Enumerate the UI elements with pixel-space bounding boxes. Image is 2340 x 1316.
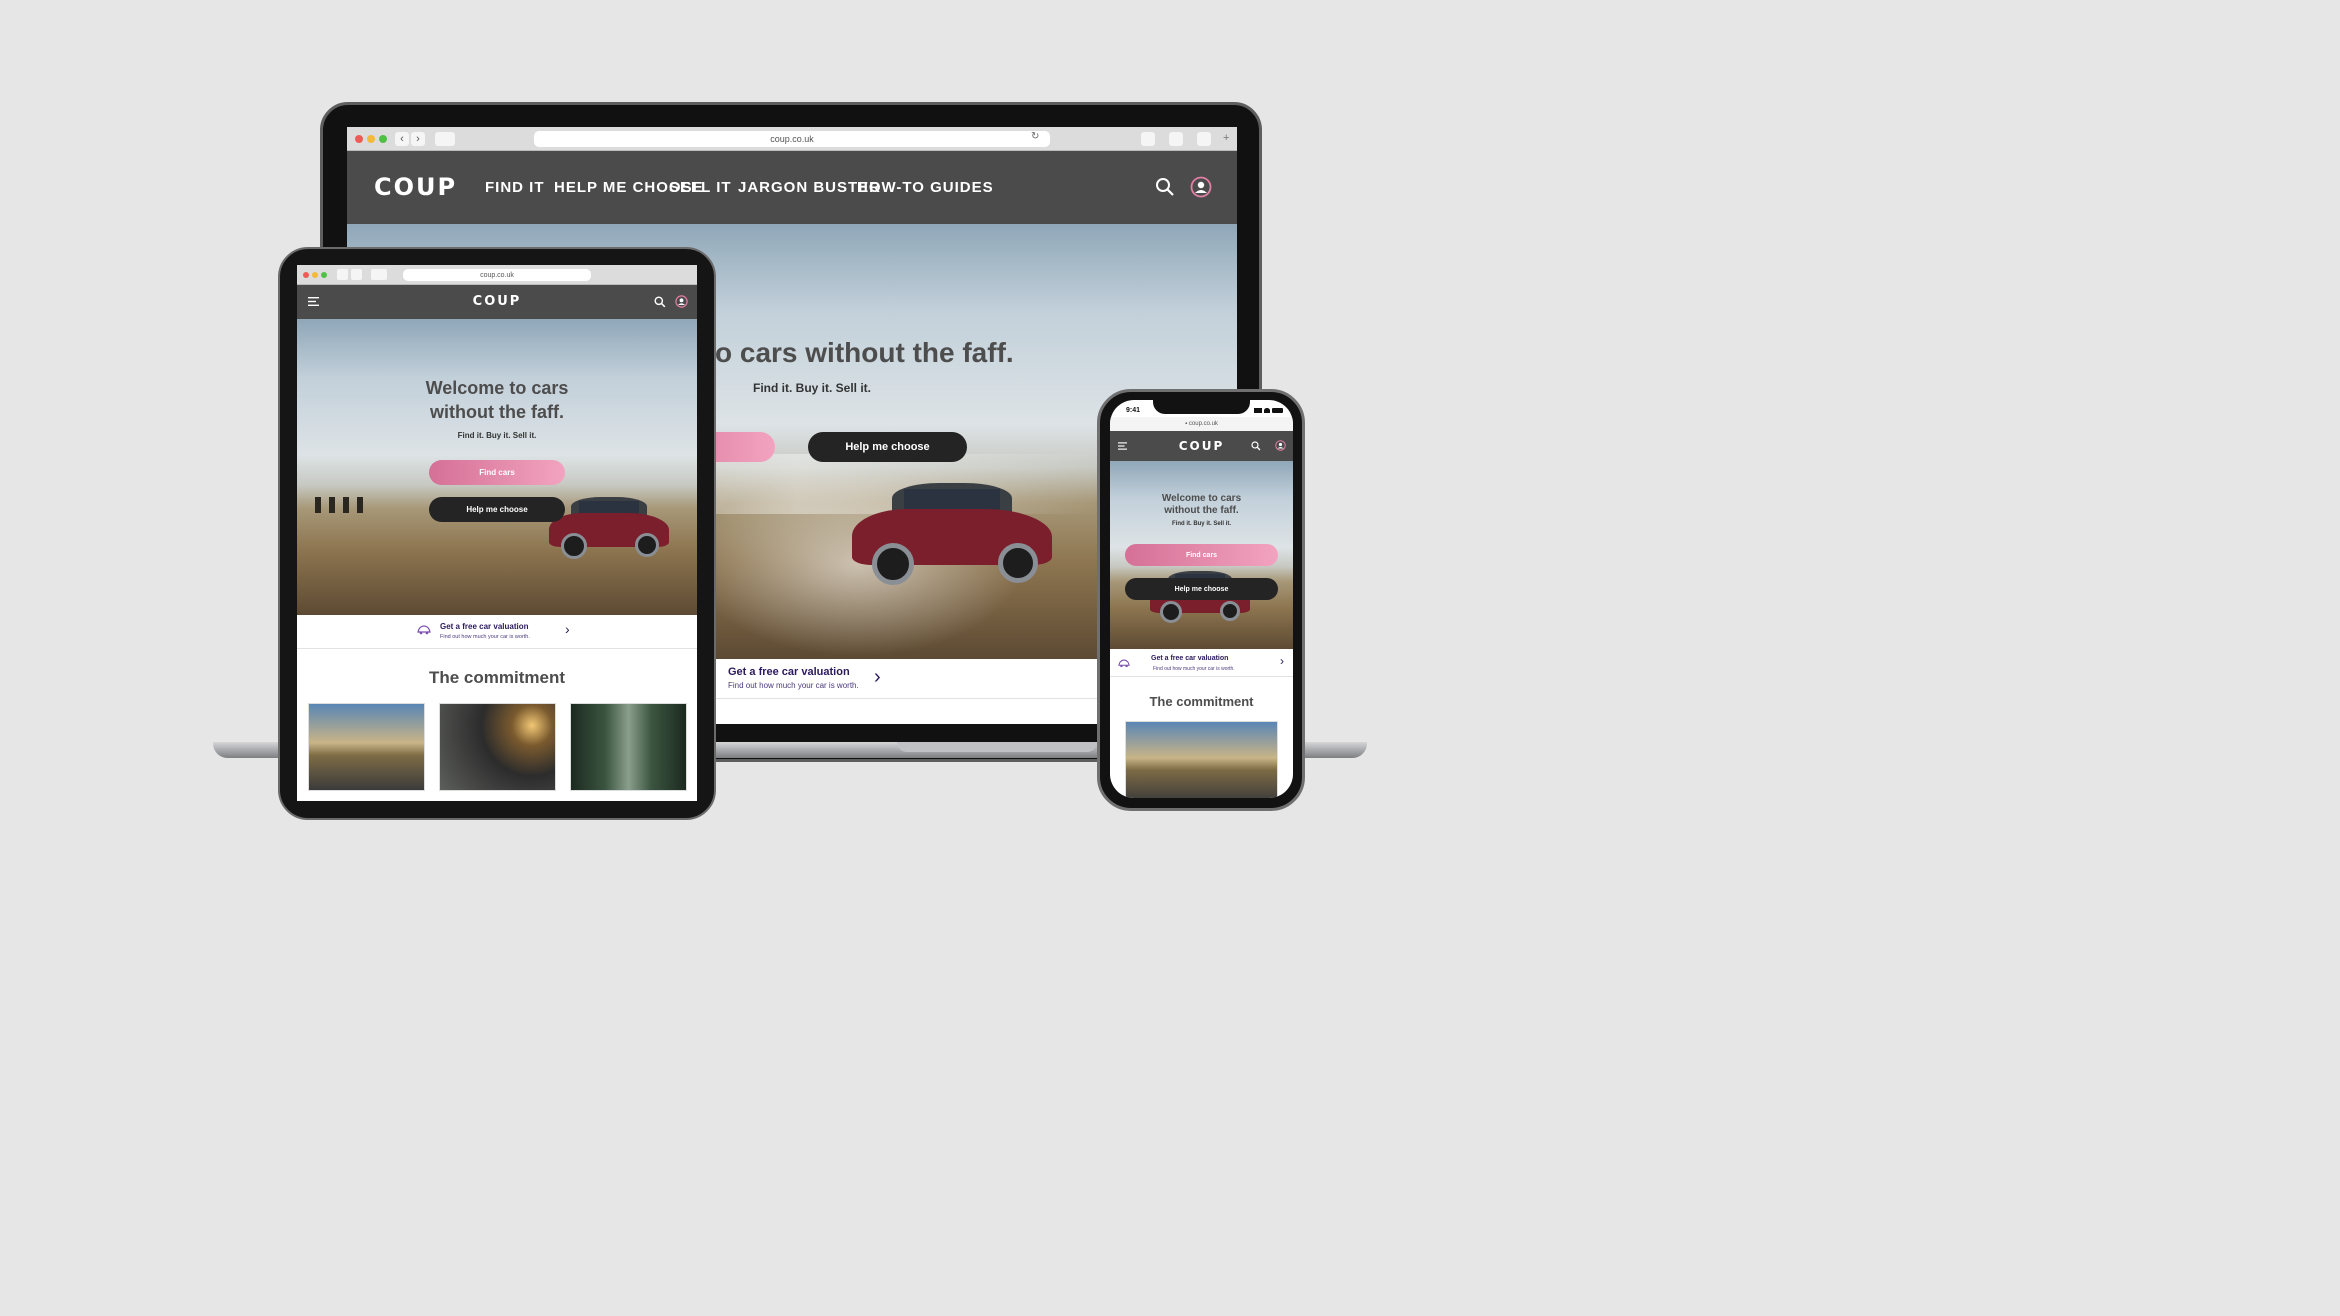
horse-riders (315, 497, 367, 513)
phone-logo[interactable]: COUP (1110, 439, 1293, 453)
search-icon[interactable] (1155, 177, 1175, 197)
tablet-back-icon[interactable] (337, 269, 348, 280)
tablet-address-bar[interactable]: coup.co.uk (403, 269, 591, 281)
phone-notch (1153, 400, 1250, 414)
tablet-address-url: coup.co.uk (480, 271, 514, 279)
phone-hero-title-line1: Welcome to cars (1161, 493, 1242, 504)
tablet-browser-toolbar: coup.co.uk (297, 265, 697, 285)
user-account-icon[interactable] (1190, 176, 1212, 198)
lock-icon: ▪ (1185, 421, 1188, 427)
site-logo[interactable]: COUP (374, 173, 457, 201)
help-me-choose-button[interactable]: Help me choose (808, 432, 967, 462)
phone-navbar: COUP (1110, 431, 1293, 461)
phone-url-bar[interactable]: ▪ coup.co.uk (1110, 417, 1293, 431)
window-minimize-dot[interactable] (367, 135, 375, 143)
browser-toolbar: ‹ › coup.co.uk ↻ + (347, 127, 1237, 151)
address-bar[interactable]: coup.co.uk (534, 131, 1050, 147)
tablet-valuation-title: Get a free car valuation (440, 622, 529, 631)
battery-icon (1272, 408, 1283, 413)
tablet-hero-subtitle: Find it. Buy it. Sell it. (457, 431, 537, 440)
tablet-screen: coup.co.uk COUP Welcome to cars without … (297, 265, 697, 801)
phone-find-cars-label: Find cars (1185, 551, 1218, 559)
wifi-icon (1264, 408, 1270, 413)
back-icon[interactable]: ‹ (395, 132, 409, 146)
tablet-sidebar-icon[interactable] (371, 269, 387, 280)
phone-time: 9:41 (1126, 407, 1141, 414)
tablet-chevron-right-icon[interactable]: › (565, 621, 570, 637)
forward-icon[interactable]: › (411, 132, 425, 146)
phone-hero-title-line2: without the faff. (1164, 505, 1239, 516)
tablet-close-dot[interactable] (303, 272, 309, 278)
phone-help-me-choose-label: Help me choose (1174, 585, 1229, 593)
valuation-title: Get a free car valuation (728, 666, 850, 678)
tablet-help-me-choose-label: Help me choose (466, 505, 528, 514)
chevron-right-icon[interactable]: › (874, 666, 881, 689)
window-zoom-dot[interactable] (379, 135, 387, 143)
phone-url: coup.co.uk (1188, 421, 1218, 427)
tablet-hero-title-line1: Welcome to cars (425, 378, 569, 398)
phone-car-outline-icon (1118, 659, 1130, 668)
commitment-card-road[interactable] (308, 703, 425, 791)
tablet-minimize-dot[interactable] (312, 272, 318, 278)
sidebar-icon[interactable] (435, 132, 455, 146)
valuation-subtitle: Find out how much your car is worth. (728, 681, 859, 690)
phone-valuation-strip[interactable]: Get a free car valuation Find out how mu… (1110, 649, 1293, 677)
nav-find-it[interactable]: FIND IT (485, 151, 545, 224)
phone-commitment-title: The commitment (1149, 694, 1254, 709)
tablet-valuation-subtitle: Find out how much your car is worth. (440, 634, 530, 640)
tablet-find-cars-button[interactable]: Find cars (429, 460, 565, 485)
phone-user-icon[interactable] (1275, 440, 1286, 451)
commitment-card-headlight[interactable] (439, 703, 556, 791)
tablet-user-icon[interactable] (675, 295, 688, 308)
phone-valuation-subtitle: Find out how much your car is worth. (1153, 666, 1235, 672)
tablet-navbar: COUP (297, 285, 697, 319)
hero-title: o cars without the faff. (715, 337, 1014, 368)
new-tab-icon[interactable]: + (1223, 132, 1229, 144)
phone-find-cars-button[interactable]: Find cars (1125, 544, 1278, 566)
phone-valuation-title: Get a free car valuation (1151, 655, 1229, 662)
hero-car (852, 479, 1052, 589)
site-navbar: COUP FIND IT HELP ME CHOOSE SELL IT JARG… (347, 151, 1237, 224)
nav-how-to-guides[interactable]: HOW-TO GUIDES (857, 151, 994, 224)
nav-sell-it[interactable]: SELL IT (669, 151, 732, 224)
window-close-dot[interactable] (355, 135, 363, 143)
commitment-card-forest[interactable] (570, 703, 687, 791)
laptop-hinge-notch (897, 742, 1097, 752)
phone-search-icon[interactable] (1251, 441, 1261, 451)
tablet-commitment-title: The commitment (428, 668, 566, 687)
signal-icon (1254, 408, 1262, 413)
hero-subtitle: Find it. Buy it. Sell it. (753, 381, 872, 395)
tablet-logo[interactable]: COUP (297, 294, 697, 309)
tabs-icon[interactable] (1169, 132, 1183, 146)
tablet-find-cars-label: Find cars (479, 468, 515, 477)
phone-chevron-right-icon[interactable]: › (1280, 654, 1284, 668)
tablet-search-icon[interactable] (654, 296, 666, 308)
phone-commitment-card-road[interactable] (1125, 721, 1278, 798)
car-outline-icon (417, 625, 431, 635)
extension-icon[interactable] (1197, 132, 1211, 146)
phone-help-me-choose-button[interactable]: Help me choose (1125, 578, 1278, 600)
address-url: coup.co.uk (770, 134, 814, 144)
tablet-forward-icon[interactable] (351, 269, 362, 280)
phone-hero-subtitle: Find it. Buy it. Sell it. (1171, 521, 1231, 527)
reload-icon[interactable]: ↻ (1031, 131, 1039, 142)
tablet-hero-title-line2: without the faff. (430, 402, 564, 422)
tablet-zoom-dot[interactable] (321, 272, 327, 278)
phone-screen: 9:41 ▪ coup.co.uk COUP Welcome to cars w… (1110, 400, 1293, 798)
tablet-valuation-strip[interactable]: Get a free car valuation Find out how mu… (297, 615, 697, 649)
tablet-help-me-choose-button[interactable]: Help me choose (429, 497, 565, 522)
help-me-choose-label: Help me choose (845, 441, 930, 453)
tablet-hero-car (549, 495, 669, 561)
share-icon[interactable] (1141, 132, 1155, 146)
